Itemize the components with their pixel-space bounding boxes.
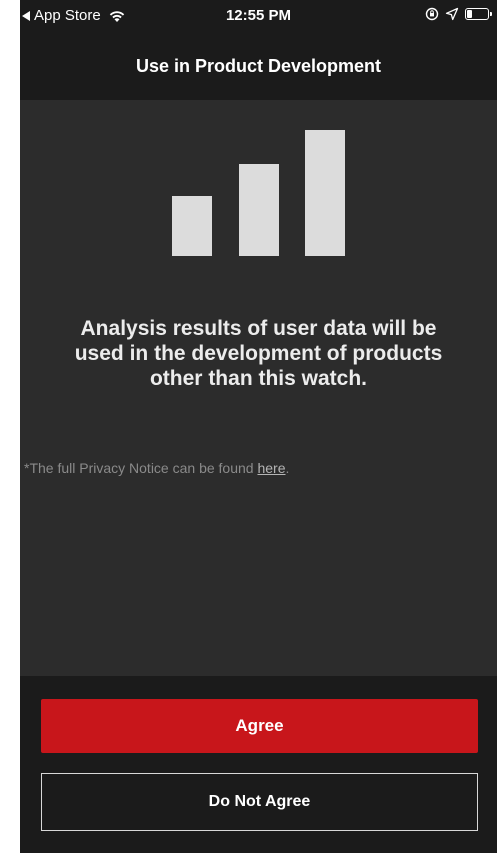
usage-message: Analysis results of user data will be us… [74,317,443,390]
privacy-notice-link[interactable]: here [257,460,285,476]
battery-level [467,10,472,18]
bar-graph-icon [172,130,347,256]
bar-graph-bar [239,164,279,256]
location-arrow-icon [445,7,459,21]
bar-graph-bar [172,196,212,256]
privacy-suffix: . [285,460,290,476]
privacy-prefix: *The full Privacy Notice can be found [24,460,258,476]
app-screen: App Store 12:55 PM Use in Product Develo… [20,0,497,853]
agree-button[interactable]: Agree [41,699,478,753]
content-area: Analysis results of user data will be us… [20,100,497,676]
battery-icon [465,8,492,20]
do-not-agree-button[interactable]: Do Not Agree [41,773,478,831]
status-bar: App Store 12:55 PM [20,0,497,34]
action-footer: Agree Do Not Agree [20,676,497,853]
status-indicators [425,7,492,21]
privacy-notice-text: *The full Privacy Notice can be found he… [24,460,289,476]
page-title: Use in Product Development [135,56,382,76]
bar-graph-bar [305,130,345,256]
orientation-lock-icon [425,7,439,21]
navigation-bar: Use in Product Development [20,34,497,100]
